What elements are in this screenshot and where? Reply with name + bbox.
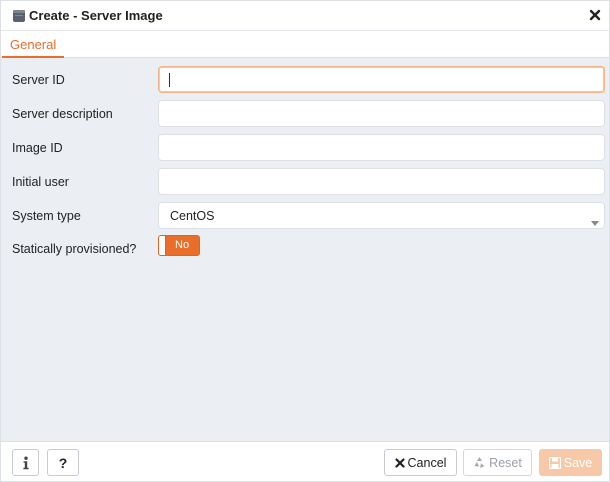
statically-provisioned-row: Statically provisioned? No xyxy=(1,235,609,263)
reset-label: Reset xyxy=(489,455,522,470)
system-type-select[interactable]: CentOS xyxy=(158,202,605,229)
close-icon xyxy=(394,457,405,468)
image-id-label: Image ID xyxy=(12,141,63,155)
dialog-footer: ? Cancel Reset Save xyxy=(1,441,609,481)
server-id-row: Server ID xyxy=(1,66,609,94)
tab-general[interactable]: General xyxy=(2,32,65,58)
reset-button[interactable]: Reset xyxy=(463,449,532,476)
close-icon[interactable] xyxy=(588,8,602,22)
system-type-row: System type CentOS xyxy=(1,202,609,230)
recycle-icon xyxy=(473,456,486,469)
statically-provisioned-toggle[interactable]: No xyxy=(158,235,200,256)
cancel-button[interactable]: Cancel xyxy=(384,449,457,476)
toggle-state-label: No xyxy=(175,239,190,251)
dialog-titlebar[interactable]: Create - Server Image xyxy=(1,1,609,31)
help-button[interactable]: ? xyxy=(47,449,79,476)
system-type-label: System type xyxy=(12,209,81,223)
text-caret xyxy=(169,73,170,87)
tab-bar: General xyxy=(1,32,609,58)
server-id-input[interactable] xyxy=(158,66,605,93)
server-id-label: Server ID xyxy=(12,73,65,87)
cancel-label: Cancel xyxy=(407,455,447,470)
server-description-label: Server description xyxy=(12,107,113,121)
save-button[interactable]: Save xyxy=(539,449,602,476)
create-server-image-dialog: Create - Server Image General Server ID … xyxy=(0,0,610,482)
initial-user-input[interactable] xyxy=(158,168,605,195)
server-description-row: Server description xyxy=(1,100,609,128)
initial-user-row: Initial user xyxy=(1,168,609,196)
dialog-title: Create - Server Image xyxy=(29,8,163,23)
system-type-selected-value: CentOS xyxy=(170,209,215,223)
image-id-input[interactable] xyxy=(158,134,605,161)
info-button[interactable] xyxy=(12,449,39,476)
initial-user-label: Initial user xyxy=(12,175,69,189)
server-description-input[interactable] xyxy=(158,100,605,127)
image-id-row: Image ID xyxy=(1,134,609,162)
toggle-knob xyxy=(159,236,166,255)
server-image-icon xyxy=(12,9,26,23)
save-label: Save xyxy=(563,455,593,470)
statically-provisioned-label: Statically provisioned? xyxy=(12,242,137,256)
info-icon xyxy=(21,456,31,470)
floppy-disk-icon xyxy=(548,456,561,469)
form-panel: Server ID Server description Image ID In… xyxy=(1,58,609,441)
dropdown-arrow-icon xyxy=(591,214,599,226)
